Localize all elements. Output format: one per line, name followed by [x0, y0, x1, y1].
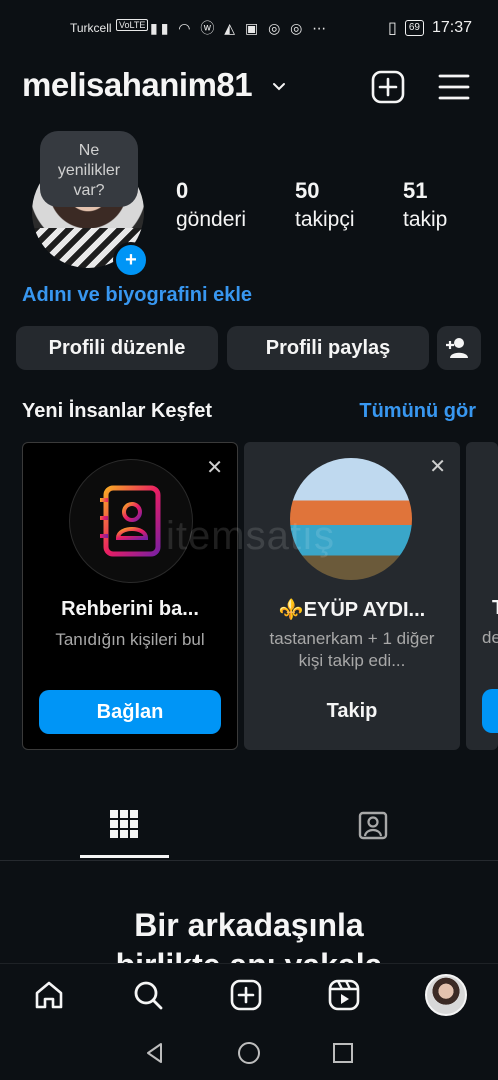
add-story-button[interactable]: +: [113, 242, 149, 278]
edit-profile-button[interactable]: Profili düzenle: [16, 326, 218, 370]
status-bar: Turkcell VoLTE ▮▮ ◠ ⓦ ◭ ▣ ◎ ◎ ⋯ ▯ 69 17:…: [0, 0, 498, 58]
see-all-link[interactable]: Tümünü gör: [359, 400, 476, 423]
card-subtitle: tastanerkam + 1 diğer kişi takip edi...: [269, 629, 435, 670]
following-label: takip: [403, 208, 448, 231]
system-navigation: [0, 1025, 498, 1080]
suggestion-card-partial[interactable]: T de: [466, 442, 498, 750]
stat-posts[interactable]: 0 gönderi: [176, 178, 246, 232]
menu-icon[interactable]: [436, 69, 472, 105]
clock: 17:37: [431, 19, 472, 36]
stat-followers[interactable]: 50 takipçi: [295, 178, 355, 232]
card-subtitle: Tanıdığın kişileri bul: [55, 630, 205, 649]
suggestion-card-user[interactable]: ✕ ⚜️EYÜP AYDI... tastanerkam + 1 diğer k…: [244, 442, 460, 750]
suggestion-card-contacts[interactable]: ✕ Rehberini ba... Tanıdığın kişileri bul…: [22, 442, 238, 750]
reels-icon[interactable]: [326, 977, 362, 1013]
posts-count: 0: [176, 178, 189, 203]
active-tab-indicator: [80, 855, 169, 858]
grid-icon[interactable]: [110, 810, 138, 838]
close-icon[interactable]: ✕: [429, 454, 446, 479]
add-bio-link[interactable]: Adını ve biyografini ekle: [22, 284, 252, 307]
status-right: ▯ 69 17:37: [388, 18, 472, 38]
profile-avatar[interactable]: [424, 974, 467, 1016]
bottom-navigation: [0, 963, 498, 1026]
followers-label: takipçi: [295, 208, 355, 231]
back-icon[interactable]: [143, 1041, 167, 1065]
vibrate-icon: ▯: [388, 20, 397, 37]
create-icon[interactable]: [228, 977, 264, 1013]
battery-indicator: 69: [404, 20, 424, 36]
home-circle-icon[interactable]: [237, 1041, 261, 1065]
recents-icon[interactable]: [331, 1041, 355, 1065]
partial-name: T: [492, 597, 498, 620]
profile-username[interactable]: melisahanim81: [22, 66, 253, 104]
following-count: 51: [403, 178, 428, 203]
tagged-icon[interactable]: [358, 810, 388, 840]
profile-tabs: [0, 790, 498, 861]
carrier-label: Turkcell: [70, 21, 112, 35]
signal-wifi-icons: ▮▮ ◠ ⓦ ◭ ▣ ◎ ◎ ⋯: [150, 20, 330, 36]
search-icon[interactable]: [130, 977, 166, 1013]
followers-count: 50: [295, 178, 320, 203]
volte-badge: VoLTE: [116, 19, 149, 31]
stat-following[interactable]: 51 takip: [403, 178, 447, 232]
share-profile-button[interactable]: Profili paylaş: [227, 326, 429, 370]
posts-label: gönderi: [176, 208, 247, 231]
home-icon[interactable]: [31, 977, 67, 1013]
chevron-down-icon[interactable]: [272, 80, 286, 94]
connect-button[interactable]: Bağlan: [39, 690, 221, 734]
discover-title: Yeni İnsanlar Keşfet: [22, 400, 213, 422]
note-bubble[interactable]: Ne yenilikler var?: [40, 131, 138, 207]
partial-subtitle: de: [482, 628, 498, 647]
card-name: ⚜️EYÜP AYDI...: [278, 599, 426, 621]
partial-button[interactable]: [482, 689, 498, 733]
follow-button[interactable]: Takip: [260, 689, 444, 733]
discover-people-button[interactable]: [437, 326, 481, 370]
close-icon[interactable]: ✕: [206, 455, 223, 480]
card-name: Rehberini ba...: [61, 598, 199, 620]
watermark: itemsatış: [166, 514, 336, 558]
new-post-icon[interactable]: [370, 69, 406, 105]
add-person-icon: [446, 338, 468, 358]
